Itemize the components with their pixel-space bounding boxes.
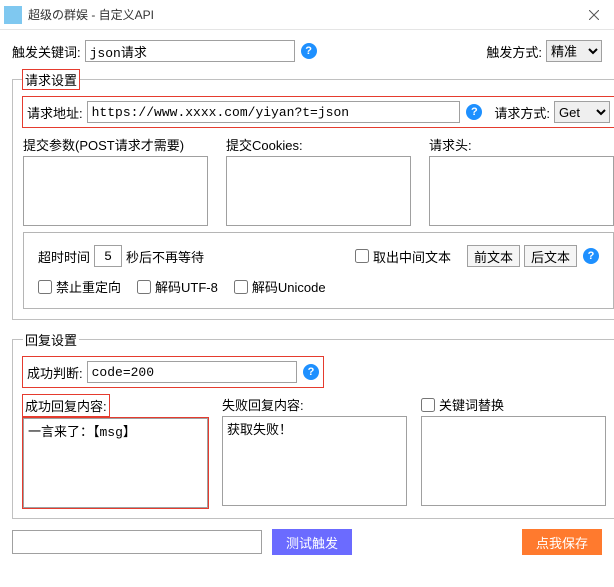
reply-group: 回复设置 成功判断: ? 成功回复内容: 一言来了：【msg】 失败回复内容: … [12,330,614,519]
cookies-col: 提交Cookies: [226,135,411,226]
trigger-keyword-label: 触发关键词: [12,42,81,61]
success-check-input[interactable] [87,361,297,383]
trigger-mode-select[interactable]: 精准 [546,40,602,62]
test-input[interactable] [12,530,262,554]
timeout-post-label: 秒后不再等待 [126,247,204,266]
no-redirect-label: 禁止重定向 [56,277,121,296]
bottom-bar: 测试触发 点我保存 [12,529,602,555]
headers-label: 请求头: [429,135,614,154]
post-params-textarea[interactable] [23,156,208,226]
decode-unicode-input[interactable] [234,280,248,294]
no-redirect-input[interactable] [38,280,52,294]
keyword-replace-checkbox[interactable]: 关键词替换 [421,395,590,414]
keyword-replace-textarea[interactable] [421,416,606,506]
save-button[interactable]: 点我保存 [522,529,602,555]
request-url-row: 请求地址: ? 请求方式: Get [23,97,614,127]
help-icon[interactable]: ? [303,364,319,380]
extract-middle-input[interactable] [355,249,369,263]
headers-col: 请求头: [429,135,614,226]
trigger-keyword-input[interactable] [85,40,295,62]
no-redirect-checkbox[interactable]: 禁止重定向 [38,277,121,296]
decode-unicode-label: 解码Unicode [252,277,326,296]
success-check-label: 成功判断: [27,363,83,382]
request-method-select[interactable]: Get [554,101,610,123]
content-area: 触发关键词: ? 触发方式: 精准 请求设置 请求地址: ? 请求方式: Get… [0,30,614,567]
front-text-button[interactable]: 前文本 [467,245,520,267]
close-button[interactable] [574,0,614,30]
request-url-input[interactable] [87,101,461,123]
keyword-replace-label: 关键词替换 [439,395,504,414]
fail-content-textarea[interactable]: 获取失败！ [222,416,407,506]
decode-utf8-input[interactable] [137,280,151,294]
trigger-row: 触发关键词: ? 触发方式: 精准 [12,40,602,62]
request-group-title: 请求设置 [23,70,79,89]
post-params-col: 提交参数(POST请求才需要) [23,135,208,226]
request-body-row: 提交参数(POST请求才需要) 提交Cookies: 请求头: [23,135,614,226]
cookies-textarea[interactable] [226,156,411,226]
keyword-replace-input[interactable] [421,398,435,412]
cookies-label: 提交Cookies: [226,135,411,154]
request-options-box: 超时时间 秒后不再等待 取出中间文本 前文本 后文本 ? 禁止重定向 [23,232,614,309]
timeout-input[interactable] [94,245,122,267]
extract-middle-label: 取出中间文本 [373,247,451,266]
reply-group-title: 回复设置 [23,330,79,349]
decode-unicode-checkbox[interactable]: 解码Unicode [234,277,326,296]
back-text-button[interactable]: 后文本 [524,245,577,267]
request-url-label: 请求地址: [27,103,83,122]
help-icon[interactable]: ? [583,248,599,264]
fail-content-label: 失败回复内容: [222,395,407,414]
window-title: 超级の群娱 - 自定义API [28,6,154,23]
decode-utf8-label: 解码UTF-8 [155,277,218,296]
decode-row: 禁止重定向 解码UTF-8 解码Unicode [38,277,599,296]
reply-content-row: 成功回复内容: 一言来了：【msg】 失败回复内容: 获取失败！ 关键词替换 [23,395,606,508]
keyword-replace-col: 关键词替换 [421,395,606,508]
decode-utf8-checkbox[interactable]: 解码UTF-8 [137,277,218,296]
timeout-row: 超时时间 秒后不再等待 取出中间文本 前文本 后文本 ? [38,245,599,267]
help-icon[interactable]: ? [466,104,482,120]
success-content-textarea[interactable]: 一言来了：【msg】 [23,418,208,508]
success-content-label: 成功回复内容: [23,395,109,416]
success-check-row: 成功判断: ? [23,357,323,387]
extract-middle-checkbox[interactable]: 取出中间文本 [355,247,451,266]
headers-textarea[interactable] [429,156,614,226]
app-icon [4,6,22,24]
fail-content-col: 失败回复内容: 获取失败！ [222,395,407,508]
request-method-label: 请求方式: [494,103,550,122]
success-content-col: 成功回复内容: 一言来了：【msg】 [23,395,208,508]
trigger-mode-label: 触发方式: [486,42,542,61]
request-group: 请求设置 请求地址: ? 请求方式: Get 提交参数(POST请求才需要) 提… [12,70,614,320]
titlebar: 超级の群娱 - 自定义API [0,0,614,30]
help-icon[interactable]: ? [301,43,317,59]
close-icon [589,10,599,20]
timeout-pre-label: 超时时间 [38,247,90,266]
post-params-label: 提交参数(POST请求才需要) [23,135,208,154]
test-trigger-button[interactable]: 测试触发 [272,529,352,555]
